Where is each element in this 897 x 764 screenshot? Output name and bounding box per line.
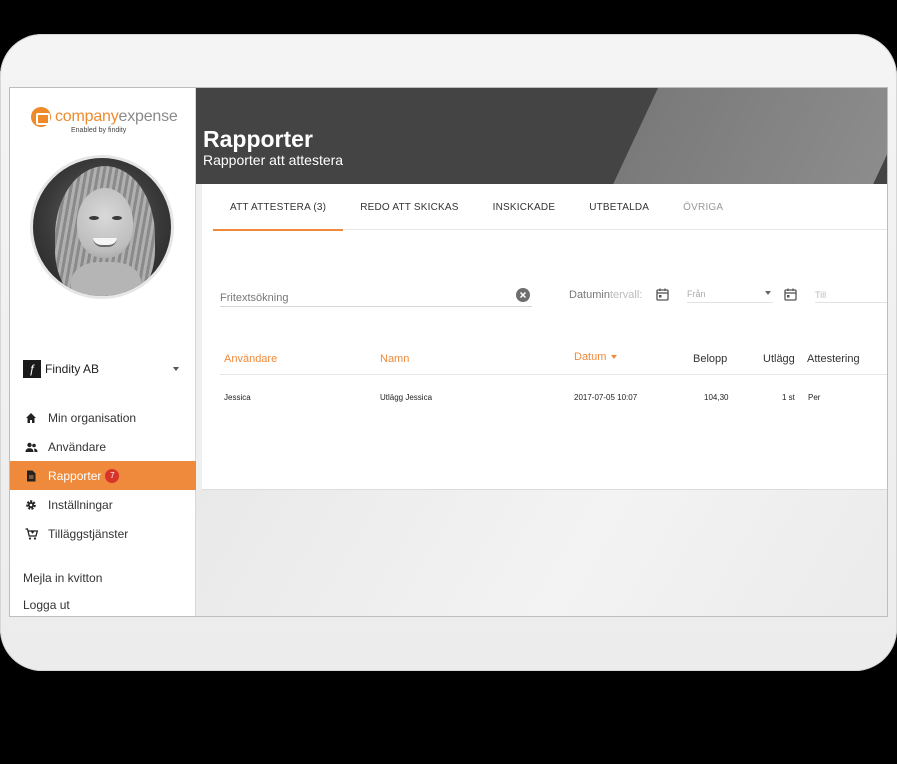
- cell-expenses: 1 st: [782, 393, 795, 402]
- date-from-select[interactable]: Från: [687, 284, 773, 303]
- sidebar-nav: Min organisation Användare Rapporter 7 I…: [10, 403, 196, 548]
- page-title: Rapporter: [203, 126, 313, 152]
- column-header-belopp[interactable]: Belopp: [693, 353, 727, 365]
- search-input[interactable]: [220, 289, 510, 307]
- tab-inskickade[interactable]: INSKICKADE: [476, 184, 573, 230]
- reports-card: ATT ATTESTERA (3) REDO ATT SKICKAS INSKI…: [202, 184, 887, 490]
- sidebar-item-anvandare[interactable]: Användare: [10, 432, 196, 461]
- tab-utbetalda[interactable]: UTBETALDA: [572, 184, 666, 230]
- avatar-face: [77, 188, 133, 258]
- report-tabs: ATT ATTESTERA (3) REDO ATT SKICKAS INSKI…: [213, 184, 887, 231]
- empty-content-area: [196, 490, 887, 616]
- logo-mark-icon: [31, 107, 51, 127]
- column-header-anvandare[interactable]: Användare: [224, 353, 277, 365]
- logo-text: companyexpense: [55, 108, 178, 125]
- notification-badge: 7: [105, 468, 120, 483]
- tab-redo-att-skickas[interactable]: REDO ATT SKICKAS: [343, 184, 475, 230]
- gear-icon: [24, 498, 38, 512]
- chevron-down-icon: [173, 367, 179, 371]
- search-field: [220, 288, 532, 307]
- page-subtitle: Rapporter att attestera: [203, 152, 344, 168]
- tab-ovriga[interactable]: ÖVRIGA: [666, 184, 740, 230]
- cell-user: Jessica: [224, 393, 251, 402]
- cell-amount: 104,30: [704, 393, 729, 402]
- chevron-down-icon: [765, 291, 771, 295]
- calendar-icon[interactable]: [656, 288, 669, 301]
- avatar-eye: [89, 216, 99, 220]
- sidebar-item-label: Tilläggstjänster: [48, 526, 129, 541]
- logo-subtitle: Enabled by findity: [71, 127, 127, 134]
- date-to-placeholder: Till: [815, 290, 827, 300]
- tab-att-attestera[interactable]: ATT ATTESTERA (3): [213, 184, 344, 231]
- document-icon: [24, 469, 38, 483]
- avatar-eye: [112, 216, 122, 220]
- cell-approval: Per: [808, 393, 821, 402]
- calendar-icon[interactable]: [784, 288, 797, 301]
- date-from-placeholder: Från: [687, 289, 706, 299]
- sidebar-item-label: Användare: [48, 439, 107, 454]
- table-header-divider: [220, 374, 887, 375]
- avatar: [30, 155, 174, 299]
- cell-name: Utlägg Jessica: [380, 393, 433, 402]
- app-window: companyexpense Enabled by findity ƒ Find…: [9, 87, 888, 617]
- users-icon: [24, 440, 38, 454]
- sidebar: companyexpense Enabled by findity ƒ Find…: [10, 88, 196, 616]
- column-header-namn[interactable]: Namn: [380, 353, 409, 365]
- sidebar-item-label: Rapporter: [48, 468, 102, 483]
- sidebar-item-min-organisation[interactable]: Min organisation: [10, 403, 196, 432]
- sort-desc-icon: [611, 355, 618, 360]
- cart-icon: [24, 527, 38, 541]
- page-header: Rapporter Rapporter att attestera: [196, 88, 887, 184]
- column-header-attestering[interactable]: Attestering: [807, 353, 860, 365]
- organization-name: Findity AB: [45, 362, 100, 376]
- mail-receipts-link[interactable]: Mejla in kvitton: [23, 571, 102, 585]
- header-decoration: [613, 88, 887, 184]
- sidebar-item-installningar[interactable]: Inställningar: [10, 490, 196, 519]
- logout-link[interactable]: Logga ut: [23, 598, 70, 612]
- sidebar-item-label: Inställningar: [48, 497, 113, 512]
- column-header-datum[interactable]: Datum: [574, 351, 618, 363]
- clear-search-icon[interactable]: [516, 288, 530, 302]
- sidebar-item-tillaggstjanster[interactable]: Tilläggstjänster: [10, 519, 196, 548]
- sidebar-item-rapporter[interactable]: Rapporter 7: [10, 461, 196, 490]
- organization-logo-icon: ƒ: [23, 360, 41, 378]
- company-logo[interactable]: companyexpense Enabled by findity: [31, 107, 181, 137]
- date-range-label: Datumintervall:: [569, 289, 643, 301]
- organization-selector[interactable]: ƒ Findity AB: [23, 359, 183, 379]
- home-icon: [24, 411, 38, 425]
- cell-date: 2017-07-05 10:07: [574, 393, 638, 402]
- column-header-utlagg[interactable]: Utlägg: [763, 353, 795, 365]
- date-to-input[interactable]: Till: [815, 284, 887, 303]
- avatar-neck: [71, 262, 141, 296]
- sidebar-item-label: Min organisation: [48, 410, 137, 425]
